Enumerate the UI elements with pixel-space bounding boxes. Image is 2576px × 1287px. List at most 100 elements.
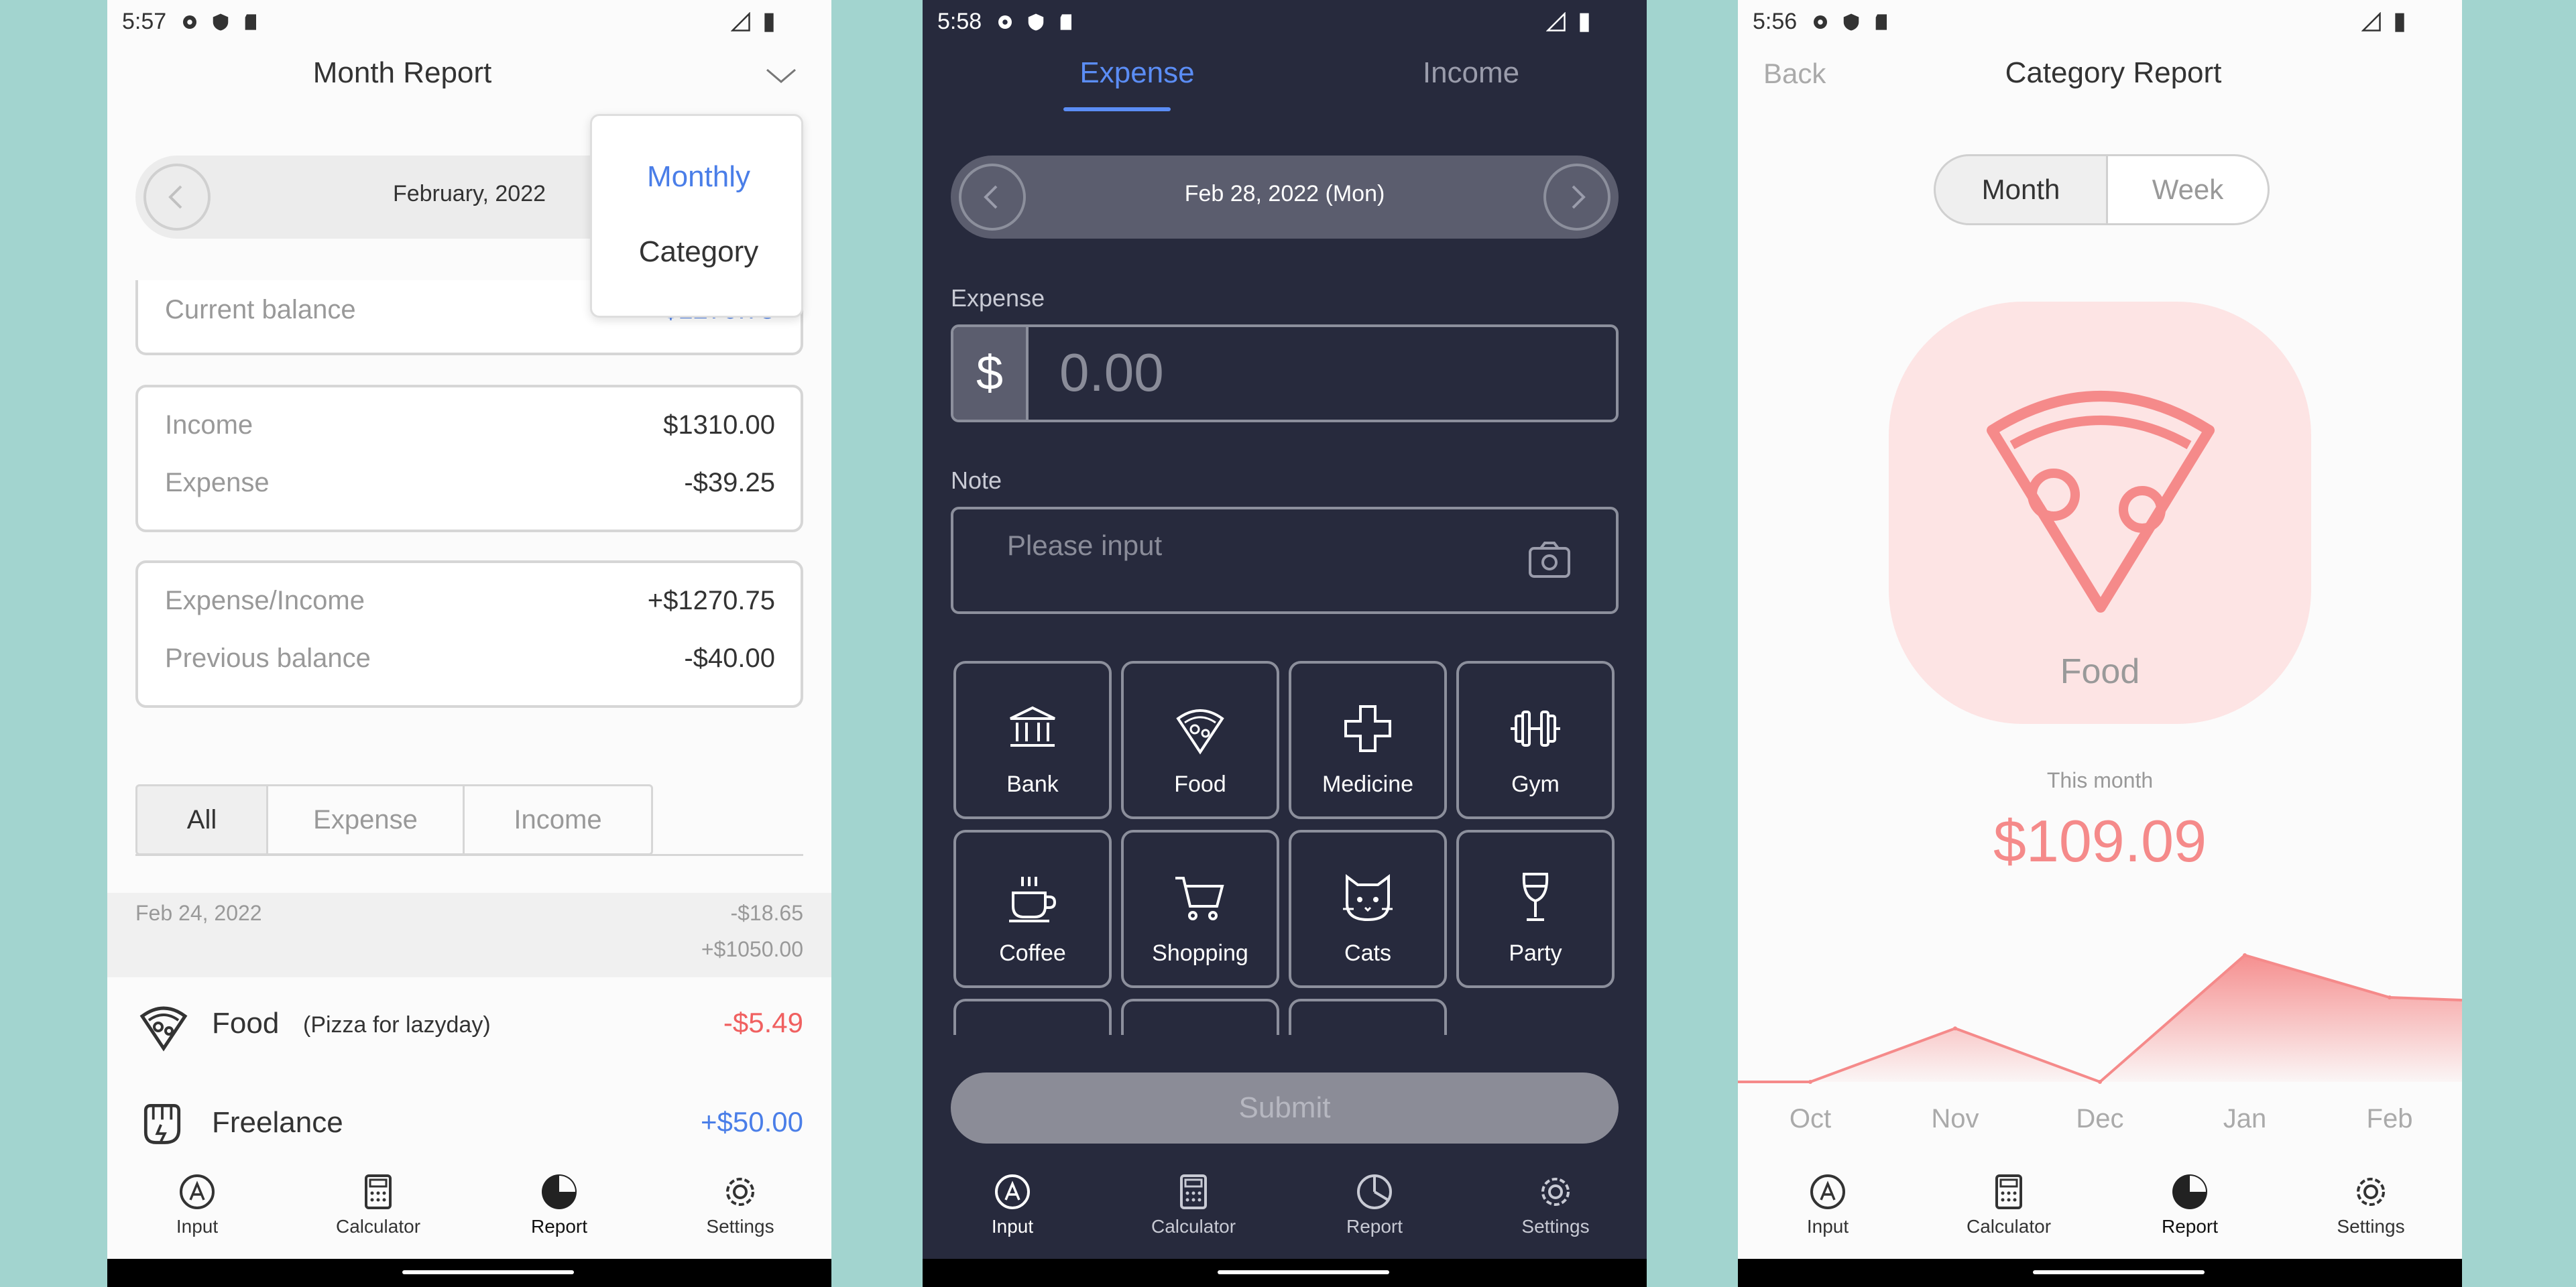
gear-icon	[2357, 1178, 2385, 1206]
category-bank[interactable]: Bank	[953, 661, 1112, 819]
category-partial[interactable]	[1121, 999, 1279, 1035]
tab-income[interactable]: Income	[1370, 56, 1572, 90]
nav-input[interactable]: Input	[945, 1173, 1079, 1247]
menu-item-monthly[interactable]: Monthly	[592, 160, 805, 194]
wine-icon	[1522, 873, 1549, 921]
category-label: Food	[1174, 772, 1226, 797]
pie-chart-icon	[542, 1174, 577, 1209]
category-label: Party	[1509, 940, 1562, 966]
battery-icon	[1573, 11, 1596, 34]
expense-income-label: Expense/Income	[165, 586, 365, 615]
date-selector: Feb 28, 2022 (Mon)	[951, 156, 1619, 239]
camera-icon[interactable]	[1526, 536, 1573, 587]
input-icon	[1810, 1174, 1845, 1209]
nav-calculator-label: Calculator	[1966, 1216, 2052, 1237]
category-report-screen: 5:56 Back Category Report Month Week Foo…	[1738, 0, 2462, 1287]
this-month-value: $109.09	[1993, 808, 2207, 874]
tabs-divider	[135, 854, 803, 856]
previous-balance-label: Previous balance	[165, 644, 371, 673]
nav-report-label: Report	[2161, 1216, 2219, 1237]
list-item[interactable]: Food (Pizza for lazyday) -$5.49	[107, 979, 831, 1066]
chart-point-nov	[1953, 1026, 1957, 1031]
shield-icon	[1840, 11, 1863, 34]
group-income-total: +$1050.00	[701, 937, 803, 961]
nav-input[interactable]: Input	[130, 1173, 264, 1247]
category-party[interactable]: Party	[1456, 830, 1615, 988]
next-day-button[interactable]	[1543, 164, 1611, 231]
segment-week[interactable]: Week	[2106, 154, 2270, 225]
category-cats[interactable]: Cats	[1289, 830, 1447, 988]
chart-point-dec	[2098, 1080, 2102, 1084]
category-food[interactable]: Food	[1121, 661, 1279, 819]
segment-month[interactable]: Month	[1934, 154, 2108, 225]
gear-icon	[726, 1178, 754, 1206]
status-time: 5:58	[937, 9, 982, 34]
tab-expense[interactable]: Expense	[1037, 56, 1238, 90]
nav-report[interactable]: Report	[1307, 1173, 1442, 1247]
chart-area	[1738, 955, 2462, 1082]
date-label: Feb 28, 2022 (Mon)	[1184, 181, 1385, 206]
category-shopping[interactable]: Shopping	[1121, 830, 1279, 988]
nav-calculator-label: Calculator	[335, 1216, 421, 1237]
page-title: Category Report	[2005, 56, 2222, 89]
note-field[interactable]: Please input	[951, 507, 1619, 614]
currency-prefix: $	[953, 327, 1029, 420]
gesture-bar	[923, 1259, 1647, 1287]
category-medicine[interactable]: Medicine	[1289, 661, 1447, 819]
category-label: Medicine	[1322, 772, 1414, 797]
nav-input-label: Input	[991, 1216, 1034, 1237]
amount-input[interactable]: 0.00	[1059, 342, 1164, 404]
page-title: Month Report	[312, 56, 492, 89]
category-partial[interactable]	[1289, 999, 1447, 1035]
this-month-label: This month	[2046, 768, 2154, 792]
nav-report[interactable]: Report	[492, 1173, 626, 1247]
gear-icon	[178, 11, 201, 34]
gesture-bar	[1738, 1259, 2462, 1287]
nav-settings[interactable]: Settings	[1488, 1173, 1623, 1247]
chart-point-oct	[1808, 1080, 1812, 1084]
battery-icon	[758, 11, 780, 34]
pizza-icon	[137, 999, 190, 1056]
entry-name: Food	[212, 1007, 280, 1040]
entry-name: Freelance	[212, 1106, 343, 1139]
pie-chart-icon	[1357, 1174, 1392, 1209]
status-bar: 5:56	[1738, 0, 2462, 44]
nav-settings[interactable]: Settings	[673, 1173, 807, 1247]
entry-amount: +$50.00	[701, 1106, 803, 1138]
category-gym[interactable]: Gym	[1456, 661, 1615, 819]
amount-field[interactable]: $ 0.00	[951, 324, 1619, 422]
nav-input-label: Input	[176, 1216, 219, 1237]
sd-card-icon	[1871, 11, 1893, 34]
bottom-nav: Input Calculator Report Settings	[923, 1149, 1647, 1259]
tab-expense[interactable]: Expense	[266, 784, 465, 855]
submit-button[interactable]: Submit	[951, 1072, 1619, 1144]
signal-icon	[1545, 11, 1568, 34]
date-group-header: Feb 24, 2022 -$18.65 +$1050.00	[107, 893, 831, 977]
nav-calculator[interactable]: Calculator	[1126, 1173, 1261, 1247]
chevron-down-icon[interactable]	[764, 66, 798, 89]
x-tick-label: Dec	[2076, 1104, 2123, 1133]
note-input[interactable]: Please input	[1007, 530, 1162, 562]
calculator-icon	[365, 1174, 392, 1209]
pizza-icon	[1981, 375, 2220, 617]
menu-item-category[interactable]: Category	[592, 235, 805, 269]
chart-point-jan	[2243, 953, 2247, 957]
nav-calculator[interactable]: Calculator	[1942, 1173, 2076, 1247]
tab-all[interactable]: All	[135, 784, 268, 855]
group-expense-total: -$18.65	[730, 901, 803, 925]
nav-calculator[interactable]: Calculator	[311, 1173, 445, 1247]
tab-income[interactable]: Income	[463, 784, 653, 855]
category-label: Bank	[1006, 772, 1059, 797]
category-coffee[interactable]: Coffee	[953, 830, 1112, 988]
pie-chart-icon	[2172, 1174, 2207, 1209]
nav-settings-label: Settings	[1521, 1216, 1590, 1237]
nav-report[interactable]: Report	[2123, 1173, 2257, 1247]
nav-input-label: Input	[1806, 1216, 1849, 1237]
x-tick-label: Nov	[1931, 1104, 1979, 1133]
nav-report-label: Report	[530, 1216, 588, 1237]
nav-settings[interactable]: Settings	[2304, 1173, 2438, 1247]
category-partial[interactable]	[953, 999, 1112, 1035]
list-item[interactable]: Freelance +$50.00	[107, 1078, 831, 1149]
nav-input[interactable]: Input	[1761, 1173, 1895, 1247]
gear-icon	[994, 11, 1016, 34]
